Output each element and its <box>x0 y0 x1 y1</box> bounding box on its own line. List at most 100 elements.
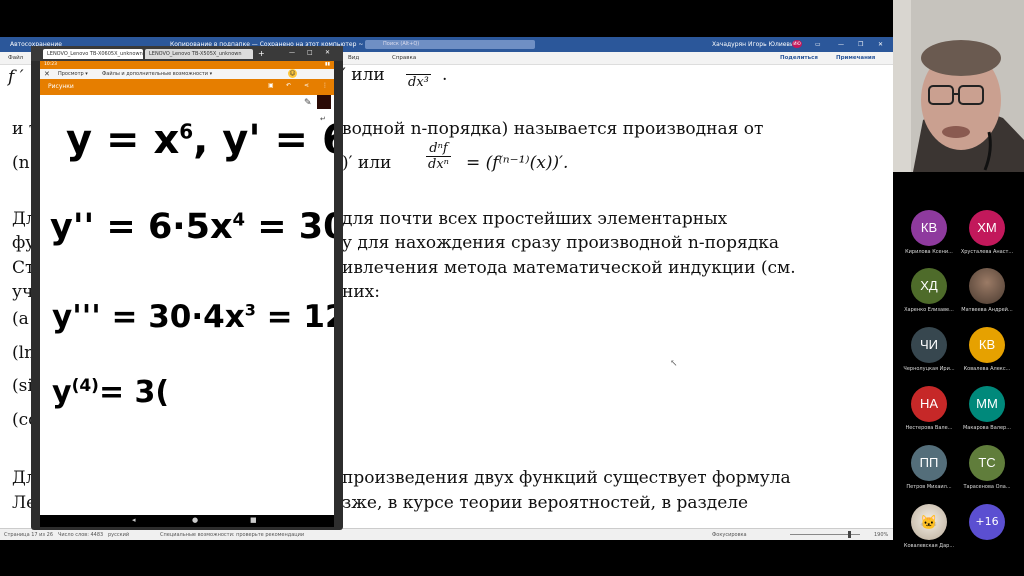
status-page[interactable]: Страница 17 из 26 <box>4 532 53 538</box>
status-words[interactable]: Число слов: 4483 <box>58 532 103 538</box>
fraction-denominator: dxⁿ <box>428 157 449 172</box>
participant-tile[interactable]: ТС Тарасенова Ола... <box>957 445 1017 490</box>
tablet-time: 10:23 <box>44 62 57 67</box>
eraser-icon[interactable]: ✎ <box>304 98 312 108</box>
participant-tile[interactable]: КВ Кирилова Ксени... <box>899 210 959 255</box>
tab-file[interactable]: Файл <box>8 55 23 61</box>
restore-icon[interactable]: ❐ <box>858 41 863 48</box>
drawing-canvas[interactable]: ✎ ↵ y = x6, y' = 6x5, y'' = 6·5x4 = 30x4… <box>40 95 334 515</box>
files-menu[interactable]: Файлы и дополнительные возможности ▾ <box>102 71 212 77</box>
tab-view[interactable]: Вид <box>348 55 359 61</box>
handwriting-line-2: y'' = 6·5x4 = 30x4, <box>50 207 334 247</box>
hw-1a: y = x <box>66 117 180 163</box>
participant-tile[interactable]: НА Нестерова Вале... <box>899 386 959 431</box>
doc-line-1-tail: ′ или <box>342 65 385 85</box>
search-input[interactable]: Поиск (Alt+Q) <box>365 40 535 49</box>
close-icon[interactable]: ✕ <box>44 70 50 78</box>
app-title: Рисунки <box>48 83 74 90</box>
doc-line-2-tail: водной n-порядка) называется производная… <box>342 119 764 139</box>
battery-icon: ▮▮ <box>325 62 330 67</box>
mirror-tab-1[interactable]: LENOVO_Lenovo TB-X0605X_unknown <box>43 49 143 59</box>
participant-name: Нестерова Вале... <box>905 425 953 431</box>
participant-tile[interactable]: ХД Харенко Елизаве... <box>899 268 959 313</box>
hw-4b: = 3( <box>98 375 170 410</box>
doc-line-12-tail: произведения двух функций существует фор… <box>342 468 791 488</box>
ribbon-display-icon[interactable]: ▭ <box>815 41 821 48</box>
fraction-denominator: dx³ <box>408 75 429 90</box>
doc-line-1-period: . <box>442 65 448 85</box>
zoom-slider-handle[interactable] <box>848 531 851 538</box>
undo-icon[interactable]: ↶ <box>286 82 291 89</box>
participant-avatar: НА <box>911 386 947 422</box>
doc-fraction-1: dx³ <box>406 59 431 90</box>
user-name[interactable]: Хачадурян Игорь Юлиевич <box>712 41 797 48</box>
minimize-icon[interactable]: — <box>289 49 295 56</box>
doc-line-7-tail: них: <box>342 282 380 302</box>
hw-1b: , y' = 6x <box>193 117 334 163</box>
participant-avatar: ХМ <box>969 210 1005 246</box>
participant-tile[interactable]: Матвеева Андрей... <box>957 268 1017 313</box>
doc-line-3-mid: )′ или <box>342 153 392 173</box>
participant-photo <box>969 268 1005 304</box>
tablet-status-bar: 10:23 ▮▮ <box>40 61 334 69</box>
image-icon[interactable]: ▣ <box>268 82 274 89</box>
presenter-video <box>893 0 1024 172</box>
view-menu[interactable]: Просмотр ▾ <box>58 71 88 77</box>
fraction-numerator: dⁿf <box>426 141 451 157</box>
tablet-mirror-window: LENOVO_Lenovo TB-X0605X_unknown LENOVO_L… <box>31 46 343 530</box>
participant-name: Макарова Валер... <box>962 425 1011 431</box>
participant-name: Харенко Елизаве... <box>904 307 954 313</box>
handwriting-line-1: y = x6, y' = 6x5, <box>66 117 334 163</box>
zoom-level[interactable]: 190% <box>874 532 888 538</box>
hw-3a: y''' = 30·4x <box>52 299 245 335</box>
home-icon[interactable]: ● <box>192 516 198 524</box>
recents-icon[interactable]: ■ <box>250 516 257 524</box>
participant-name: Кирилова Ксени... <box>905 249 953 255</box>
hw-1a-exp: 6 <box>179 119 194 144</box>
user-avatar[interactable]: ИЮ <box>792 40 802 48</box>
emoji-icon[interactable]: ☺ <box>288 69 297 78</box>
participant-avatar: КВ <box>969 327 1005 363</box>
color-swatch[interactable] <box>317 95 331 109</box>
participant-tile[interactable]: 🐱 Ковалевская Дар... <box>899 504 959 549</box>
tablet-toolbar: ✕ Просмотр ▾ Файлы и дополнительные возм… <box>40 69 334 79</box>
participant-tile[interactable]: КВ Ковалева Алекс... <box>957 327 1017 372</box>
share-icon[interactable]: ⋖ <box>304 82 309 89</box>
view-menu-label: Просмотр <box>58 71 84 77</box>
status-language[interactable]: русский <box>108 532 129 538</box>
maximize-icon[interactable]: □ <box>307 49 313 56</box>
participant-tile[interactable]: ПП Петров Михаил... <box>899 445 959 490</box>
doc-line-8: (a <box>12 309 29 329</box>
status-accessibility[interactable]: Специальные возможности: проверьте реком… <box>160 532 304 538</box>
doc-line-10: (si <box>12 376 33 396</box>
minimize-icon[interactable]: — <box>838 41 844 48</box>
back-icon[interactable]: ◂ <box>132 516 136 524</box>
doc-line-5-tail: у для нахождения сразу производной n-пор… <box>342 233 779 253</box>
participant-name: Чернолуцкая Ири... <box>903 366 955 372</box>
close-icon[interactable]: ✕ <box>878 41 883 48</box>
more-icon[interactable]: ⋮ <box>322 82 328 89</box>
mirror-tabbar: LENOVO_Lenovo TB-X0605X_unknown LENOVO_L… <box>31 46 343 61</box>
participant-tile[interactable]: ЧИ Чернолуцкая Ири... <box>899 327 959 372</box>
doc-line-3-start: (n <box>12 153 30 173</box>
hw-2a-exp: 4 <box>232 209 246 231</box>
participant-tile[interactable]: ММ Макарова Валер... <box>957 386 1017 431</box>
participant-tile[interactable]: ХМ Хрусталева Анаст... <box>957 210 1017 255</box>
doc-line-13-tail: зже, в курсе теории вероятностей, в разд… <box>342 493 749 513</box>
participant-avatar: КВ <box>911 210 947 246</box>
more-participants-button[interactable]: +16 <box>969 504 1005 540</box>
screen: Автосохранение Копирование в подпапке — … <box>0 0 1024 576</box>
fraction-numerator <box>406 59 431 75</box>
hw-3b: = 120x <box>266 299 334 335</box>
drawing-app-header: Рисунки ▣ ↶ ⋖ ⋮ <box>40 79 334 95</box>
hw-2b: = 30x <box>257 207 334 247</box>
close-icon[interactable]: ✕ <box>325 49 330 56</box>
share-button[interactable]: Поделиться <box>780 55 818 61</box>
add-tab-icon[interactable]: + <box>258 49 265 58</box>
comments-button[interactable]: Примечания <box>836 55 875 61</box>
mirror-tab-2[interactable]: LENOVO_Lenovo TB-X505X_unknown <box>145 49 253 59</box>
participant-name: Ковалевская Дар... <box>903 543 955 549</box>
handwriting-line-3: y''' = 30·4x3 = 120x3, <box>52 299 334 335</box>
focus-mode-button[interactable]: Фокусировка <box>712 532 747 538</box>
participant-photo: 🐱 <box>911 504 947 540</box>
